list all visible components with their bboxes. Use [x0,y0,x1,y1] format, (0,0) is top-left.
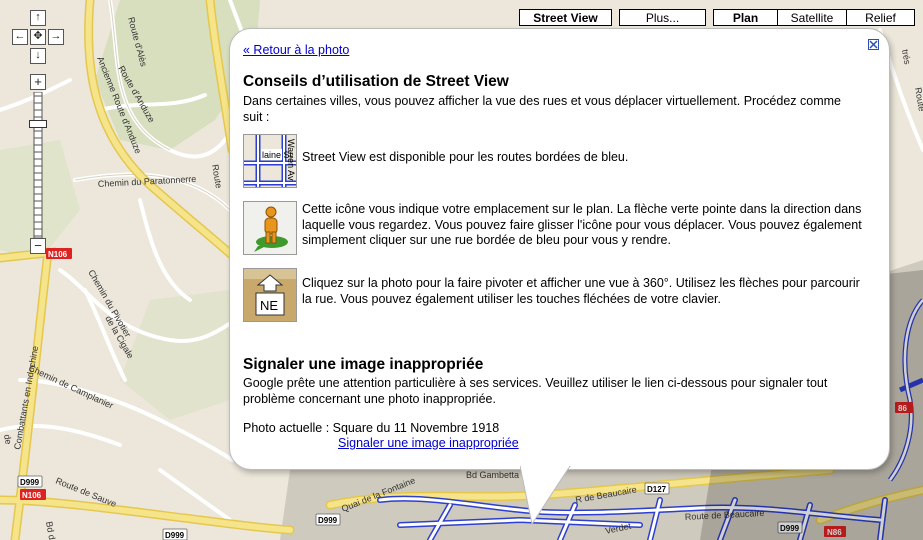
pan-right-button[interactable]: → [48,29,64,45]
road-shield-n106: N106 [20,489,46,500]
zoom-out-button[interactable]: − [30,238,46,254]
svg-text:N106: N106 [22,491,42,500]
satellite-label: Satellite [790,11,834,25]
report-image-heading: Signaler une image inappropriée [243,356,484,373]
report-image-link[interactable]: Signaler une image inappropriée [338,436,519,450]
svg-text:NE: NE [260,298,278,313]
road-shield-d999: D999 [315,513,341,526]
pan-up-button[interactable]: ↑ [30,10,46,26]
map-type-plan-button[interactable]: Plan [713,9,778,26]
svg-text:D127: D127 [647,485,667,494]
pan-center-button[interactable]: ✥ [30,29,46,45]
road-shield-d999: D999 [17,475,43,488]
map-label-de-edge: de [2,434,14,446]
pegman-icon [243,201,297,255]
street-view-button[interactable]: Street View [519,9,612,26]
relief-label: Relief [865,11,896,25]
close-icon[interactable] [868,39,879,50]
map-label-bd-gambetta: Bd Gambetta [466,470,519,480]
plan-label: Plan [732,11,759,25]
zoom-slider-thumb[interactable] [29,119,47,128]
pan-left-button[interactable]: ← [12,29,28,45]
compass-arrow-icon: NE [243,268,297,322]
street-view-tips-heading: Conseils d’utilisation de Street View [243,73,509,90]
svg-text:D999: D999 [20,478,40,487]
svg-text:D999: D999 [318,516,338,525]
report-description: Google prête une attention particulière … [243,376,828,406]
street-grid-icon: laine St Warren Av [243,134,297,188]
svg-text:Warren Av: Warren Av [286,139,296,181]
street-view-intro: Dans certaines villes, vous pouvez affic… [243,94,841,124]
more-label: Plus... [645,11,680,25]
tip-pegman-location: Cette icône vous indique votre emplaceme… [302,202,862,247]
infowindow-tail [520,466,571,526]
street-view-label: Street View [533,11,598,25]
back-to-photo-link[interactable]: « Retour à la photo [243,43,349,57]
road-shield-d999: D999 [162,528,188,540]
pan-down-button[interactable]: ↓ [30,48,46,64]
road-shield-d127: D127 [644,482,670,495]
current-photo-label: Photo actuelle : Square du 11 Novembre 1… [243,421,500,435]
more-button[interactable]: Plus... [619,9,706,26]
tip-photo-rotation: Cliquez sur la photo pour la faire pivot… [302,276,860,306]
zoom-in-button[interactable]: + [30,74,46,90]
tip-street-view-availability: Street View est disponible pour les rout… [302,150,629,164]
svg-text:N106: N106 [48,250,68,259]
road-shield-n106: N106 [46,248,72,259]
zoom-slider-track[interactable] [30,92,46,238]
map-type-relief-button[interactable]: Relief [846,9,915,26]
svg-text:D999: D999 [165,531,185,540]
map-type-satellite-button[interactable]: Satellite [777,9,847,26]
